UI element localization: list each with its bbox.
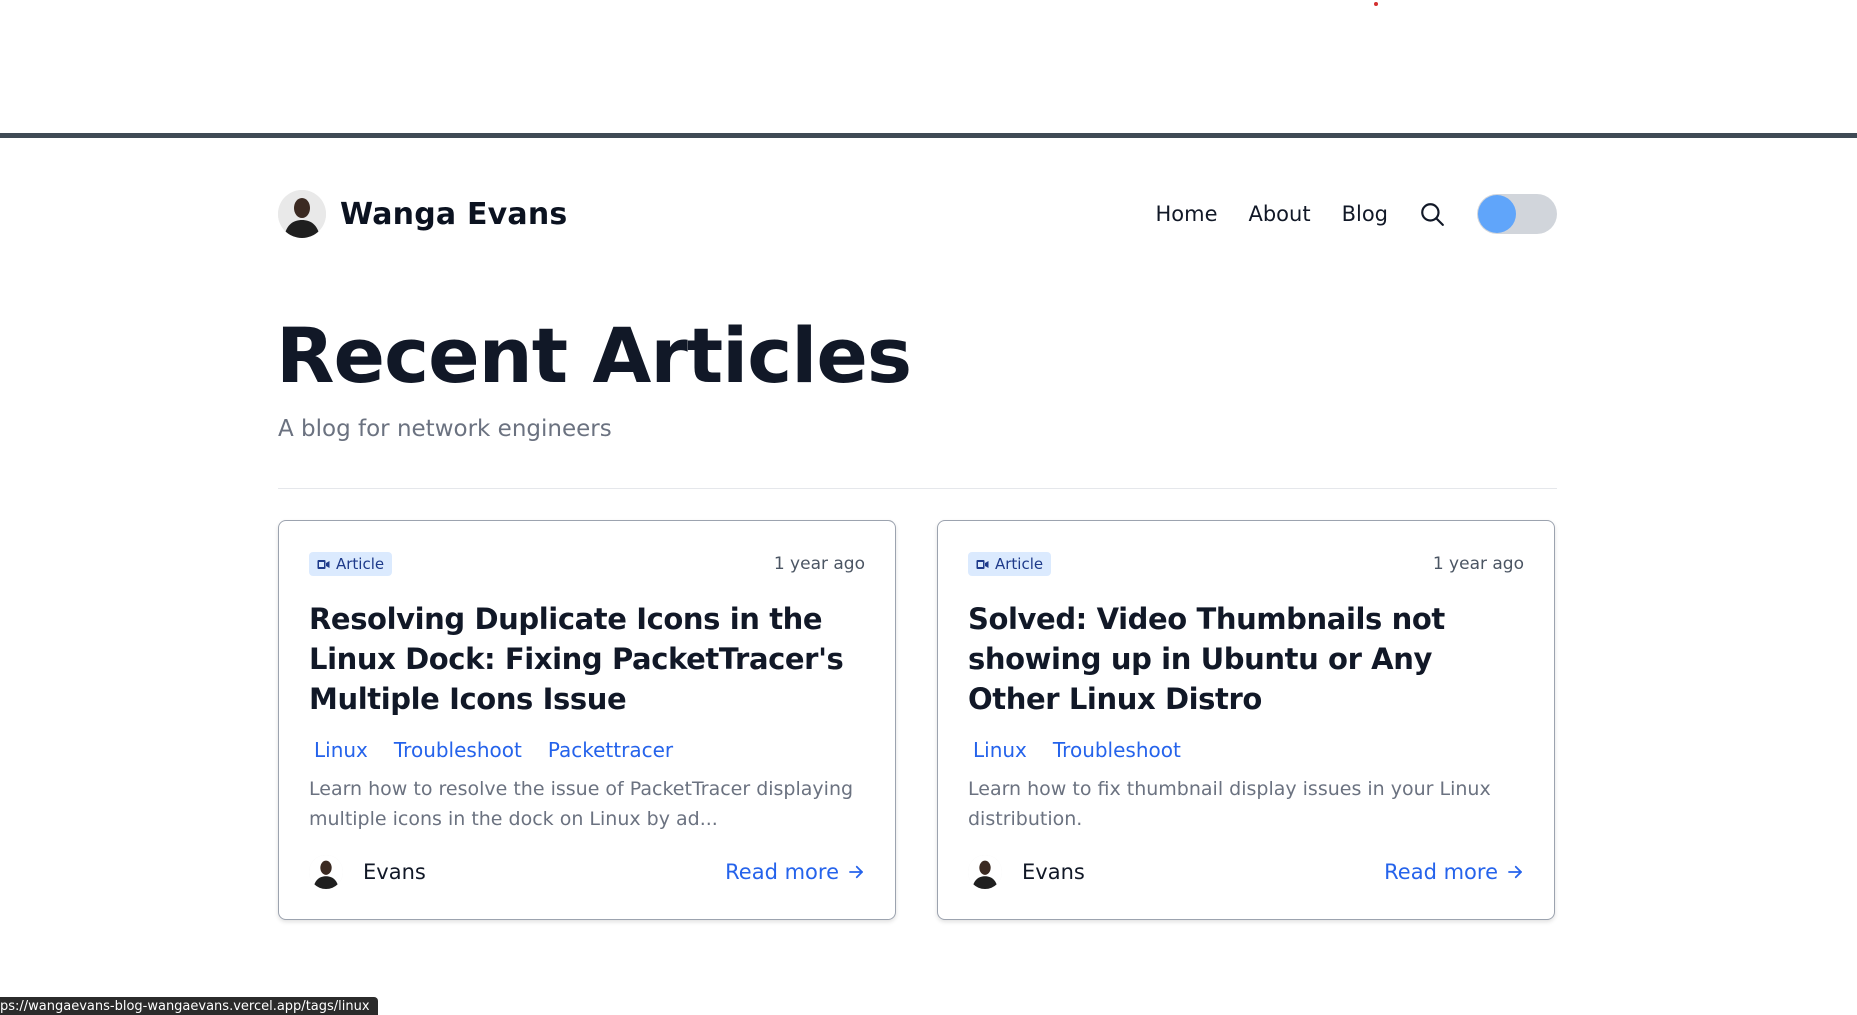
tag-packettracer[interactable]: Packettracer bbox=[548, 738, 673, 762]
search-icon bbox=[1421, 203, 1444, 226]
arrow-right-icon bbox=[1508, 865, 1522, 879]
read-more-link[interactable]: Read more bbox=[1384, 860, 1524, 884]
read-more-label: Read more bbox=[725, 860, 839, 884]
tag-troubleshoot[interactable]: Troubleshoot bbox=[394, 738, 522, 762]
article-tags: Linux Troubleshoot bbox=[968, 738, 1524, 762]
top-divider-bar bbox=[0, 133, 1857, 138]
read-more-label: Read more bbox=[1384, 860, 1498, 884]
red-dot-marker bbox=[1374, 2, 1378, 6]
video-icon bbox=[317, 559, 330, 569]
author-avatar-icon bbox=[968, 855, 1002, 889]
video-icon bbox=[976, 559, 989, 569]
author-avatar-icon bbox=[278, 190, 326, 238]
brand-link[interactable]: Wanga Evans bbox=[278, 190, 568, 238]
theme-toggle[interactable] bbox=[1477, 194, 1557, 234]
search-button[interactable] bbox=[1417, 199, 1447, 229]
site-header: Wanga Evans Home About Blog bbox=[278, 188, 1557, 240]
article-tags: Linux Troubleshoot Packettracer bbox=[309, 738, 865, 762]
article-excerpt: Learn how to fix thumbnail display issue… bbox=[968, 778, 1491, 830]
site-name: Wanga Evans bbox=[340, 196, 568, 232]
main-nav: Home About Blog bbox=[1155, 194, 1557, 234]
article-card[interactable]: Article 1 year ago Resolving Duplicate I… bbox=[278, 520, 896, 920]
nav-home[interactable]: Home bbox=[1155, 202, 1217, 226]
article-author: Evans bbox=[968, 855, 1085, 889]
nav-blog[interactable]: Blog bbox=[1342, 202, 1388, 226]
read-more-link[interactable]: Read more bbox=[725, 860, 865, 884]
article-time: 1 year ago bbox=[1432, 554, 1524, 574]
section-divider bbox=[278, 488, 1557, 489]
article-card[interactable]: Article 1 year ago Solved: Video Thumbna… bbox=[937, 520, 1555, 920]
theme-toggle-knob bbox=[1478, 195, 1516, 233]
article-title[interactable]: Solved: Video Thumbnails not showing up … bbox=[968, 599, 1524, 719]
page-subtitle: A blog for network engineers bbox=[278, 416, 612, 442]
author-name: Evans bbox=[1022, 860, 1085, 884]
article-type-badge: Article bbox=[968, 552, 1052, 576]
page: Wanga Evans Home About Blog Recent Artic… bbox=[0, 0, 1857, 1015]
article-title[interactable]: Resolving Duplicate Icons in the Linux D… bbox=[309, 599, 865, 719]
tag-linux[interactable]: Linux bbox=[973, 738, 1027, 762]
tag-troubleshoot[interactable]: Troubleshoot bbox=[1053, 738, 1181, 762]
author-name: Evans bbox=[363, 860, 426, 884]
tag-linux[interactable]: Linux bbox=[314, 738, 368, 762]
page-title: Recent Articles bbox=[276, 311, 912, 400]
author-avatar-icon bbox=[309, 855, 343, 889]
status-bar-url: ps://wangaevans-blog-wangaevans.vercel.a… bbox=[0, 997, 378, 1015]
article-author: Evans bbox=[309, 855, 426, 889]
nav-about[interactable]: About bbox=[1248, 202, 1310, 226]
article-type-badge: Article bbox=[309, 552, 393, 576]
article-type-label: Article bbox=[995, 555, 1044, 573]
arrow-right-icon bbox=[849, 865, 863, 879]
article-excerpt: Learn how to resolve the issue of Packet… bbox=[309, 778, 854, 830]
article-time: 1 year ago bbox=[773, 554, 865, 574]
article-type-label: Article bbox=[336, 555, 385, 573]
